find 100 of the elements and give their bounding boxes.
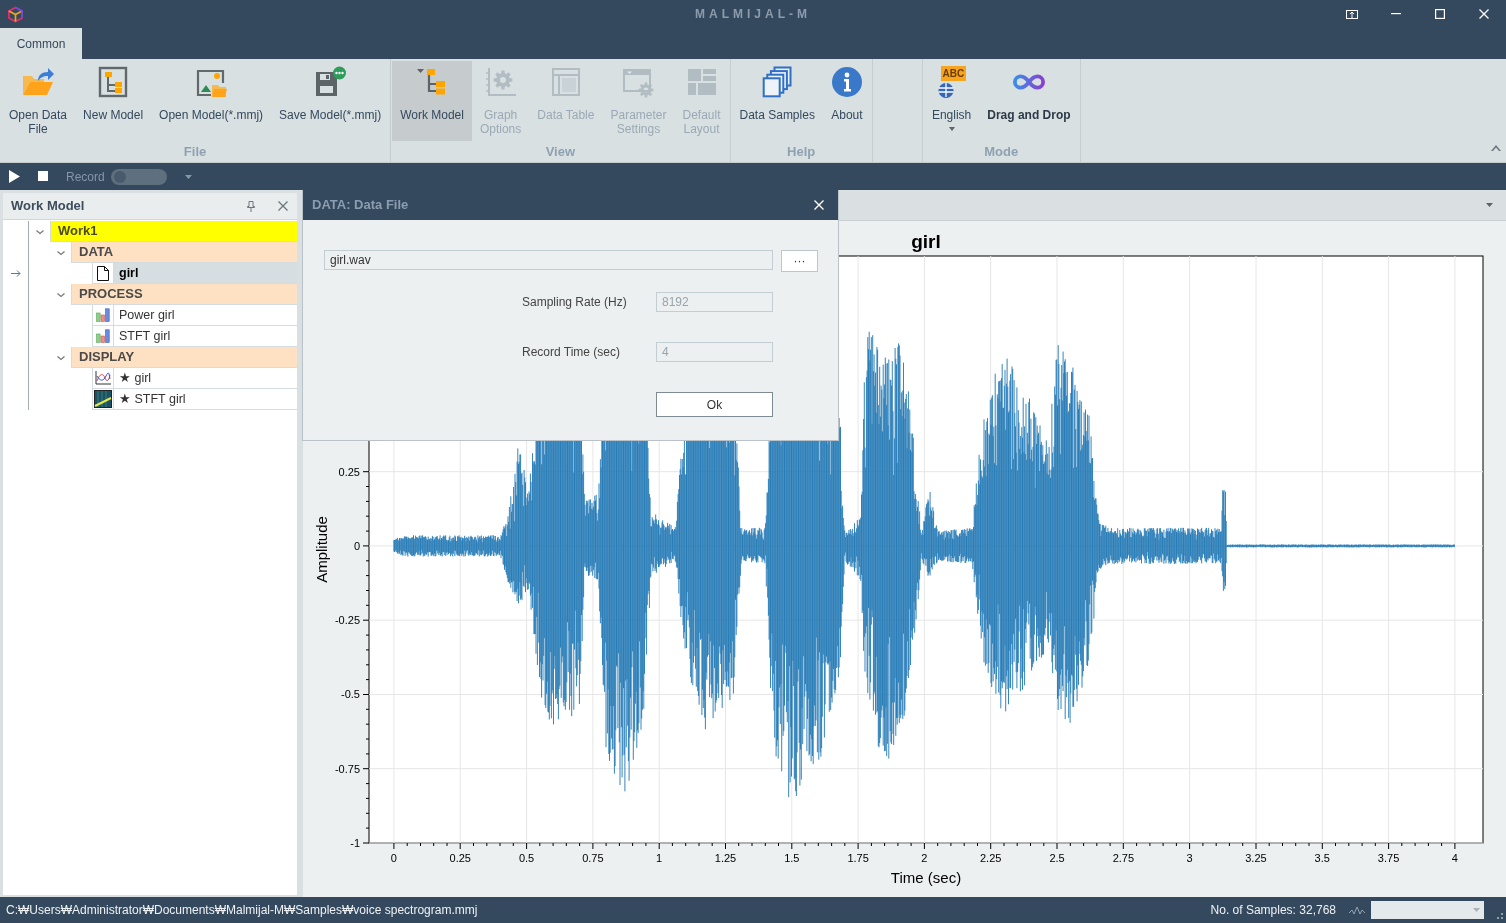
y-axis-title: Amplitude [313, 516, 330, 583]
tree-item[interactable]: Power girl [92, 305, 297, 326]
x-tick-label: 0.5 [518, 852, 535, 864]
play-button[interactable] [9, 170, 21, 183]
minimize-icon [1391, 13, 1401, 15]
caret-up-icon [1491, 145, 1501, 151]
switch-knob [113, 170, 126, 183]
stop-button[interactable] [38, 171, 49, 182]
x-tick-label: 0.25 [449, 852, 471, 864]
data-samples-button[interactable]: Data Samples [731, 61, 823, 141]
about-button[interactable]: About [822, 61, 871, 141]
sample-count-text: No. of Samples: 32,768 [1210, 902, 1336, 919]
chevron-down-icon[interactable] [56, 290, 65, 299]
language-button[interactable]: ABC English [923, 61, 980, 141]
bar-chart-icon [96, 308, 110, 322]
group-label: File [183, 142, 207, 161]
chevron-down-icon[interactable] [56, 353, 65, 362]
field-label: Sampling Rate (Hz) [522, 294, 628, 311]
collapse-ribbon-button[interactable] [1491, 145, 1501, 152]
save-model-button[interactable]: Save Model(*.mmj) [271, 61, 390, 141]
caret-down-icon [948, 127, 955, 131]
floppy-disk-icon [314, 66, 347, 98]
x-tick-label: 0 [390, 852, 397, 864]
caret-down-icon [184, 174, 192, 179]
maximize-icon [1435, 9, 1445, 19]
work-model-button[interactable]: Work Model [392, 61, 472, 141]
waveform-icon [1349, 905, 1365, 915]
open-data-button[interactable]: Open Data File [1, 61, 76, 141]
tree-item[interactable]: DATA [71, 242, 297, 263]
folder-arrow-icon [22, 66, 54, 98]
info-icon [830, 66, 863, 98]
close-icon [278, 201, 288, 211]
chevron-down-icon[interactable] [56, 248, 65, 257]
spectrogram-icon [94, 390, 112, 408]
x-tick-label: 2.5 [1049, 852, 1065, 864]
x-tick-label: 2.75 [1112, 852, 1135, 864]
panel-title: Work Model [11, 197, 85, 216]
document-icon [97, 265, 109, 281]
x-axis-title: Time (sec) [890, 869, 962, 886]
open-model-button[interactable]: Open Model(*.mmj) [151, 61, 272, 141]
ribbon-tab[interactable]: Common [0, 28, 82, 59]
x-tick-label: 2 [921, 852, 928, 864]
tree-item[interactable]: DISPLAY [71, 347, 297, 368]
pin-icon [247, 200, 255, 212]
file-path-field[interactable]: girl.wav [324, 250, 773, 270]
record-switch[interactable] [110, 168, 167, 185]
chart-title: girl [911, 231, 941, 252]
stop-icon [38, 171, 48, 181]
x-tick-label: 2.25 [980, 852, 1002, 864]
y-tick-label: 0 [353, 539, 360, 552]
x-tick-label: 1.75 [847, 852, 869, 864]
x-tick-label: 1 [656, 852, 663, 864]
layout-grid-icon [685, 66, 718, 98]
tree-item[interactable]: girl [92, 263, 297, 284]
x-tick-label: 1.25 [714, 852, 737, 864]
x-tick-label: 3.25 [1245, 852, 1267, 864]
play-icon [9, 170, 20, 183]
y-tick-label: -0.5 [341, 688, 360, 701]
chart-gear-icon [484, 66, 517, 98]
cube-logo-icon [7, 5, 24, 23]
field-label: Record Time (sec) [522, 344, 622, 361]
window-gear-icon [622, 66, 655, 98]
tree-item[interactable]: ★ STFT girl [92, 389, 297, 410]
x-tick-label: 3 [1186, 852, 1193, 864]
line-chart-icon [95, 371, 111, 385]
browse-button[interactable]: ··· [781, 250, 818, 272]
y-tick-label: -0.75 [334, 762, 360, 775]
arrow-right-icon [10, 270, 21, 277]
bar-chart-icon [96, 329, 110, 343]
new-model-button[interactable]: New Model [75, 61, 152, 141]
abc-badge: ABC [940, 66, 967, 81]
close-button[interactable] [278, 201, 288, 211]
y-tick-label: -1 [350, 837, 360, 849]
tree-item[interactable]: PROCESS [71, 284, 297, 305]
tree-item[interactable]: Work1 [50, 221, 297, 242]
dialog-title: DATA: Data File [312, 196, 409, 215]
pin-button[interactable] [247, 200, 255, 212]
tree-item[interactable]: ★ girl [92, 368, 297, 389]
chevron-down-icon[interactable] [35, 227, 44, 236]
tree-item[interactable]: STFT girl [92, 326, 297, 347]
resize-grip-icon [1497, 913, 1503, 919]
x-tick-label: 3.5 [1314, 852, 1330, 864]
table-icon [549, 66, 582, 98]
close-icon [814, 200, 824, 210]
group-label: Help [787, 142, 816, 161]
x-tick-label: 4 [1451, 852, 1458, 864]
group-label: Mode [984, 142, 1019, 161]
group-label: View [545, 142, 575, 161]
record-label: Record [66, 168, 105, 186]
stacked-pages-icon [761, 66, 794, 98]
record-options-button[interactable] [184, 174, 192, 179]
window-title: MALMIJAL-M [695, 6, 811, 23]
y-tick-label: 0.25 [338, 465, 360, 478]
ok-button[interactable]: Ok [656, 392, 773, 417]
document-list-button[interactable] [1486, 203, 1493, 207]
x-tick-label: 3.75 [1377, 852, 1400, 864]
caret-down-icon [1473, 908, 1480, 912]
x-tick-label: 1.5 [784, 852, 800, 864]
y-tick-label: -0.25 [334, 614, 360, 627]
drag-drop-button[interactable]: Drag and Drop [979, 61, 1079, 141]
